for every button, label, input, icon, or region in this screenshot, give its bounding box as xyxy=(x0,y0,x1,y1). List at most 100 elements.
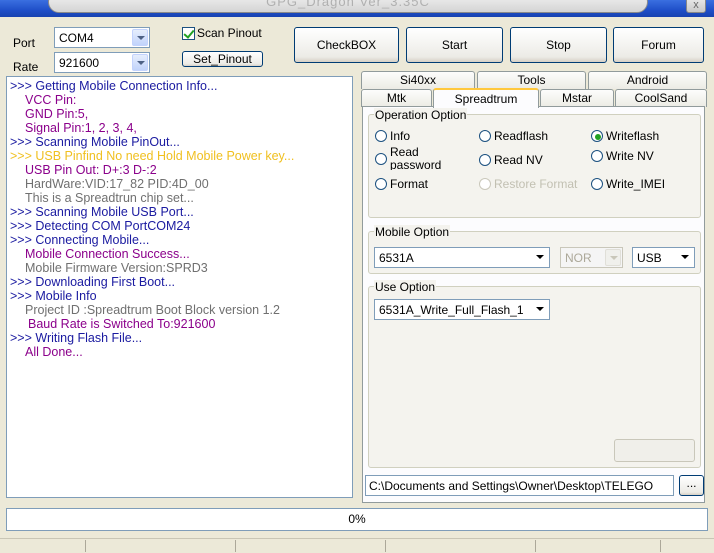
log-line: All Done... xyxy=(25,345,83,359)
rate-value: 921600 xyxy=(59,56,100,70)
tab-label: Mtk xyxy=(386,91,407,105)
radio-format-label: Format xyxy=(390,177,429,191)
tab-label: CoolSand xyxy=(634,91,688,105)
tab-label: Android xyxy=(626,73,669,87)
log-line: Signal Pin:1, 2, 3, 4, xyxy=(25,121,137,135)
port-label: Port xyxy=(13,36,36,50)
log-line: This is a Spreadtrun chip set... xyxy=(25,191,194,205)
tab-si40xx[interactable]: Si40xx xyxy=(361,71,475,89)
radio-readflash-label: Readflash xyxy=(494,129,549,143)
mobile-model-value: 6531A xyxy=(379,251,414,265)
tab-label: Mstar xyxy=(562,91,592,105)
radio-restore-format xyxy=(479,178,491,190)
radio-restore-format-label: Restore Format xyxy=(494,177,578,191)
log-line: >>> Getting Mobile Connection Info... xyxy=(10,79,218,93)
status-separator xyxy=(85,540,86,552)
start-button-label: Start xyxy=(441,38,468,52)
log-line: >>> Writing Flash File... xyxy=(10,331,143,345)
log-line: Mobile Firmware Version:SPRD3 xyxy=(25,261,208,275)
progress-bar: 0% xyxy=(6,508,708,531)
use-option-select[interactable]: 6531A_Write_Full_Flash_1 xyxy=(374,299,550,320)
forum-button-label: Forum xyxy=(641,38,676,52)
title-bar: GPG_Dragon Ver_3.35C x xyxy=(0,0,714,17)
checkbox-button[interactable]: CheckBOX xyxy=(294,27,399,63)
use-option-value: 6531A_Write_Full_Flash_1 xyxy=(379,303,524,317)
log-line: >>> Scanning Mobile USB Port... xyxy=(10,205,194,219)
browse-button-label: ... xyxy=(686,476,697,490)
memory-type-value: NOR xyxy=(565,251,592,265)
set-pinout-button[interactable]: Set_Pinout xyxy=(182,51,263,67)
radio-info[interactable] xyxy=(375,130,387,142)
tab-mstar[interactable]: Mstar xyxy=(540,89,614,107)
radio-read-nv[interactable] xyxy=(479,154,491,166)
status-separator xyxy=(535,540,536,552)
log-line: >>> Downloading First Boot... xyxy=(10,275,176,289)
start-button[interactable]: Start xyxy=(406,27,503,63)
forum-button[interactable]: Forum xyxy=(613,27,704,63)
tab-label: Tools xyxy=(517,73,546,87)
radio-read-password[interactable] xyxy=(375,153,387,165)
radio-writeflash[interactable] xyxy=(591,130,603,142)
chevron-down-icon[interactable] xyxy=(132,29,148,46)
log-line: VCC Pin: xyxy=(25,93,77,107)
radio-info-label: Info xyxy=(390,129,411,143)
status-separator xyxy=(385,540,386,552)
set-pinout-label: Set_Pinout xyxy=(193,52,252,66)
chevron-down-icon[interactable] xyxy=(532,249,548,266)
chevron-down-icon xyxy=(605,249,621,266)
tab-mtk[interactable]: Mtk xyxy=(361,89,432,107)
port-select[interactable]: COM4 xyxy=(54,27,150,48)
window-title: GPG_Dragon Ver_3.35C xyxy=(266,0,430,9)
mobile-model-select[interactable]: 6531A xyxy=(374,247,550,268)
log-line: >>> Mobile Info xyxy=(10,289,97,303)
stop-button[interactable]: Stop xyxy=(510,27,607,63)
tab-label: Spreadtrum xyxy=(454,92,518,106)
tab-coolsand[interactable]: CoolSand xyxy=(615,89,707,107)
status-bar xyxy=(0,538,714,553)
port-value: COM4 xyxy=(59,31,94,45)
close-button[interactable]: x xyxy=(686,0,706,13)
radio-read-nv-label: Read NV xyxy=(494,153,543,167)
radio-read-password-label: Read password xyxy=(390,146,442,170)
log-line: Mobile Connection Success... xyxy=(25,247,190,261)
operation-option-title: Operation Option xyxy=(374,108,468,122)
log-line: USB Pin Out: D+:3 D-:2 xyxy=(25,163,157,177)
log-line: Baud Rate is Switched To:921600 xyxy=(28,317,216,331)
log-line: >>> Scanning Mobile PinOut... xyxy=(10,135,180,149)
browse-button[interactable]: ... xyxy=(679,475,704,496)
stop-button-label: Stop xyxy=(546,38,571,52)
radio-format[interactable] xyxy=(375,178,387,190)
log-panel[interactable]: >>> Getting Mobile Connection Info... VCC… xyxy=(6,76,353,498)
radio-write-nv-label: Write NV xyxy=(606,149,654,163)
mobile-option-title: Mobile Option xyxy=(374,225,451,239)
tab-android[interactable]: Android xyxy=(588,71,707,89)
chevron-down-icon[interactable] xyxy=(532,301,548,318)
log-line: >>> USB Pinfind No need Hold Mobile Powe… xyxy=(10,149,295,163)
interface-value: USB xyxy=(637,251,662,265)
radio-writeflash-label: Writeflash xyxy=(606,129,660,143)
tab-spreadtrum[interactable]: Spreadtrum xyxy=(433,88,539,108)
chevron-down-icon[interactable] xyxy=(677,249,693,266)
progress-label: 0% xyxy=(348,512,366,526)
radio-write-imei[interactable] xyxy=(591,178,603,190)
file-path-field[interactable]: C:\Documents and Settings\Owner\Desktop\… xyxy=(365,475,674,496)
scan-pinout-label: Scan Pinout xyxy=(197,26,262,40)
log-line: HardWare:VID:17_82 PID:4D_00 xyxy=(25,177,209,191)
close-icon: x xyxy=(693,0,699,11)
checkbox-button-label: CheckBOX xyxy=(316,38,377,52)
scan-pinout-checkbox[interactable] xyxy=(182,27,195,40)
interface-select[interactable]: USB xyxy=(632,247,695,268)
use-option-title: Use Option xyxy=(374,280,437,294)
rate-select[interactable]: 921600 xyxy=(54,52,150,73)
radio-write-nv[interactable] xyxy=(591,150,603,162)
rate-label: Rate xyxy=(13,60,39,74)
tab-label: Si40xx xyxy=(399,73,437,87)
log-line: GND Pin:5, xyxy=(25,107,89,121)
memory-type-select: NOR xyxy=(560,247,623,268)
log-line: Project ID :Spreadtrum Boot Block versio… xyxy=(25,303,280,317)
tab-tools[interactable]: Tools xyxy=(477,71,586,89)
radio-readflash[interactable] xyxy=(479,130,491,142)
chevron-down-icon[interactable] xyxy=(132,54,148,71)
status-separator xyxy=(660,540,661,552)
status-separator xyxy=(235,540,236,552)
